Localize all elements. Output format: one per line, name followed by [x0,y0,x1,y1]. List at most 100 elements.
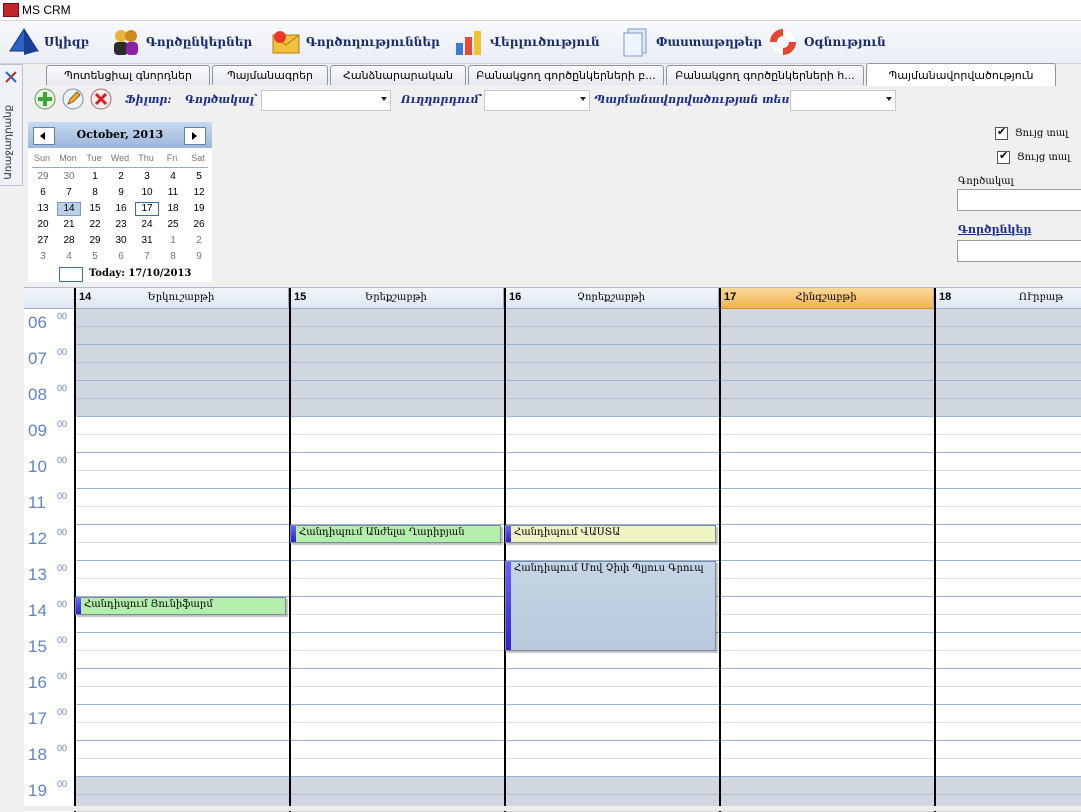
calendar-day[interactable]: 30 [109,234,133,248]
time-slot[interactable] [74,723,1081,741]
calendar-day[interactable]: 7 [57,186,81,200]
next-month-button[interactable] [184,127,206,145]
calendar-day[interactable]: 28 [57,234,81,248]
previous-month-button[interactable] [33,127,55,145]
side-tab-tasks[interactable]: Առաջադրանք [0,64,23,186]
calendar-day[interactable]: 6 [31,186,55,200]
calendar-day[interactable]: 2 [187,234,211,248]
calendar-day[interactable]: 12 [187,186,211,200]
time-slot[interactable] [74,741,1081,759]
delete-button[interactable] [90,88,112,110]
time-slot[interactable] [74,417,1081,435]
direction-select[interactable] [484,90,590,111]
time-slot[interactable] [74,705,1081,723]
day-column-header[interactable]: 17 Հինգշաբթի [719,288,934,309]
time-slot[interactable] [74,471,1081,489]
today-label[interactable]: Today: 17/10/2013 [89,268,191,279]
calendar-day[interactable]: 9 [109,186,133,200]
tab-negotiating-partners-2[interactable]: Բանակցող գործընկերների h... [666,65,864,85]
calendar-day[interactable]: 20 [31,218,55,232]
time-slot[interactable] [74,327,1081,345]
menu-item-analysis[interactable]: Վերլուծություն [454,27,600,57]
time-slot[interactable] [74,543,1081,561]
time-slot[interactable] [74,453,1081,471]
time-slot[interactable] [74,777,1081,795]
calendar-day[interactable]: 25 [161,218,185,232]
time-slot[interactable] [74,669,1081,687]
calendar-day[interactable]: 22 [83,218,107,232]
calendar-day[interactable]: 27 [31,234,55,248]
show-checkbox-2[interactable]: ✔ [997,149,1010,164]
calendar-day[interactable]: 18 [161,202,185,216]
calendar-day[interactable]: 14 [57,202,81,216]
calendar-day[interactable]: 21 [57,218,81,232]
tab-potential-buyers[interactable]: Պոտենցիալ գնորդներ [46,65,210,85]
tab-appointments[interactable]: Պայմանավորվածություն [866,63,1056,86]
calendar-day[interactable]: 30 [57,170,81,184]
menu-item-help[interactable]: Օգնություն [768,27,886,57]
horizontal-scrollbar[interactable] [24,806,1081,811]
calendar-day[interactable]: 7 [135,250,159,264]
day-column-header[interactable]: 16 Չորեքշաբթի [504,288,719,309]
time-slot[interactable] [74,435,1081,453]
calendar-day[interactable]: 4 [161,170,185,184]
calendar-day[interactable]: 29 [31,170,55,184]
calendar-day[interactable]: 3 [135,170,159,184]
calendar-day[interactable]: 13 [31,202,55,216]
calendar-day[interactable]: 8 [83,186,107,200]
partners-link[interactable]: Գործընկեր [958,223,1031,236]
time-slot[interactable] [74,651,1081,669]
time-slot[interactable] [74,759,1081,777]
appointment[interactable]: Հանդիպում ՎԱՍՏԱ [505,525,716,543]
calendar-day[interactable]: 16 [109,202,133,216]
day-column-header[interactable]: 18 ՈՒրբաթ [934,288,1081,309]
menu-item-partners[interactable]: Գործընկերներ [110,27,252,57]
calendar-day[interactable]: 11 [161,186,185,200]
time-slot[interactable] [74,507,1081,525]
partners-field[interactable] [957,240,1081,262]
appointment-type-select[interactable] [790,90,896,111]
add-button[interactable] [34,88,56,110]
time-slot[interactable] [74,687,1081,705]
calendar-day[interactable]: 29 [83,234,107,248]
appointment[interactable]: Հանդիպում Յունիֆարմ [75,597,286,615]
calendar-day[interactable]: 31 [135,234,159,248]
appointment[interactable]: Հանդիպում Մով Չիփ Պլյուս Գրուպ [505,561,716,651]
calendar-day[interactable]: 1 [161,234,185,248]
calendar-day[interactable]: 3 [31,250,55,264]
employee-select[interactable] [261,90,391,111]
time-slot[interactable] [74,381,1081,399]
calendar-day[interactable]: 5 [83,250,107,264]
calendar-day[interactable]: 4 [57,250,81,264]
day-column-header[interactable]: 14 Երկուշաբթի [74,288,289,309]
time-slot[interactable] [74,399,1081,417]
calendar-day[interactable]: 24 [135,218,159,232]
calendar-day[interactable]: 5 [187,170,211,184]
time-slot[interactable] [74,309,1081,327]
calendar-day[interactable]: 23 [109,218,133,232]
calendar-day[interactable]: 15 [83,202,107,216]
menu-item-documents[interactable]: Փաստաթղթեր [620,27,762,57]
tab-assignments[interactable]: Հանձնարարական [330,65,466,85]
today-marker[interactable] [59,267,83,282]
agent-field[interactable] [957,189,1081,211]
calendar-day[interactable]: 6 [109,250,133,264]
tab-negotiating-partners-1[interactable]: Բանակցող գործընկերների բ... [468,65,664,85]
time-slot[interactable] [74,363,1081,381]
menu-item-home[interactable]: Սկիզբ [8,27,89,57]
calendar-day[interactable]: 2 [109,170,133,184]
calendar-day[interactable]: 10 [135,186,159,200]
appointment[interactable]: Հանդիպում Անժելա Ղարիբյան [290,525,501,543]
calendar-day[interactable]: 9 [187,250,211,264]
edit-button[interactable] [62,88,84,110]
tab-contracts[interactable]: Պայմանագրեր [212,65,328,85]
calendar-day[interactable]: 1 [83,170,107,184]
calendar-day[interactable]: 17 [135,202,159,216]
calendar-day[interactable]: 19 [187,202,211,216]
day-column-header[interactable]: 15 Երեքշաբթի [289,288,504,309]
time-slot[interactable] [74,489,1081,507]
calendar-day[interactable]: 26 [187,218,211,232]
time-slot[interactable] [74,345,1081,363]
calendar-day[interactable]: 8 [161,250,185,264]
show-checkbox-1[interactable]: ✔ [995,125,1008,140]
